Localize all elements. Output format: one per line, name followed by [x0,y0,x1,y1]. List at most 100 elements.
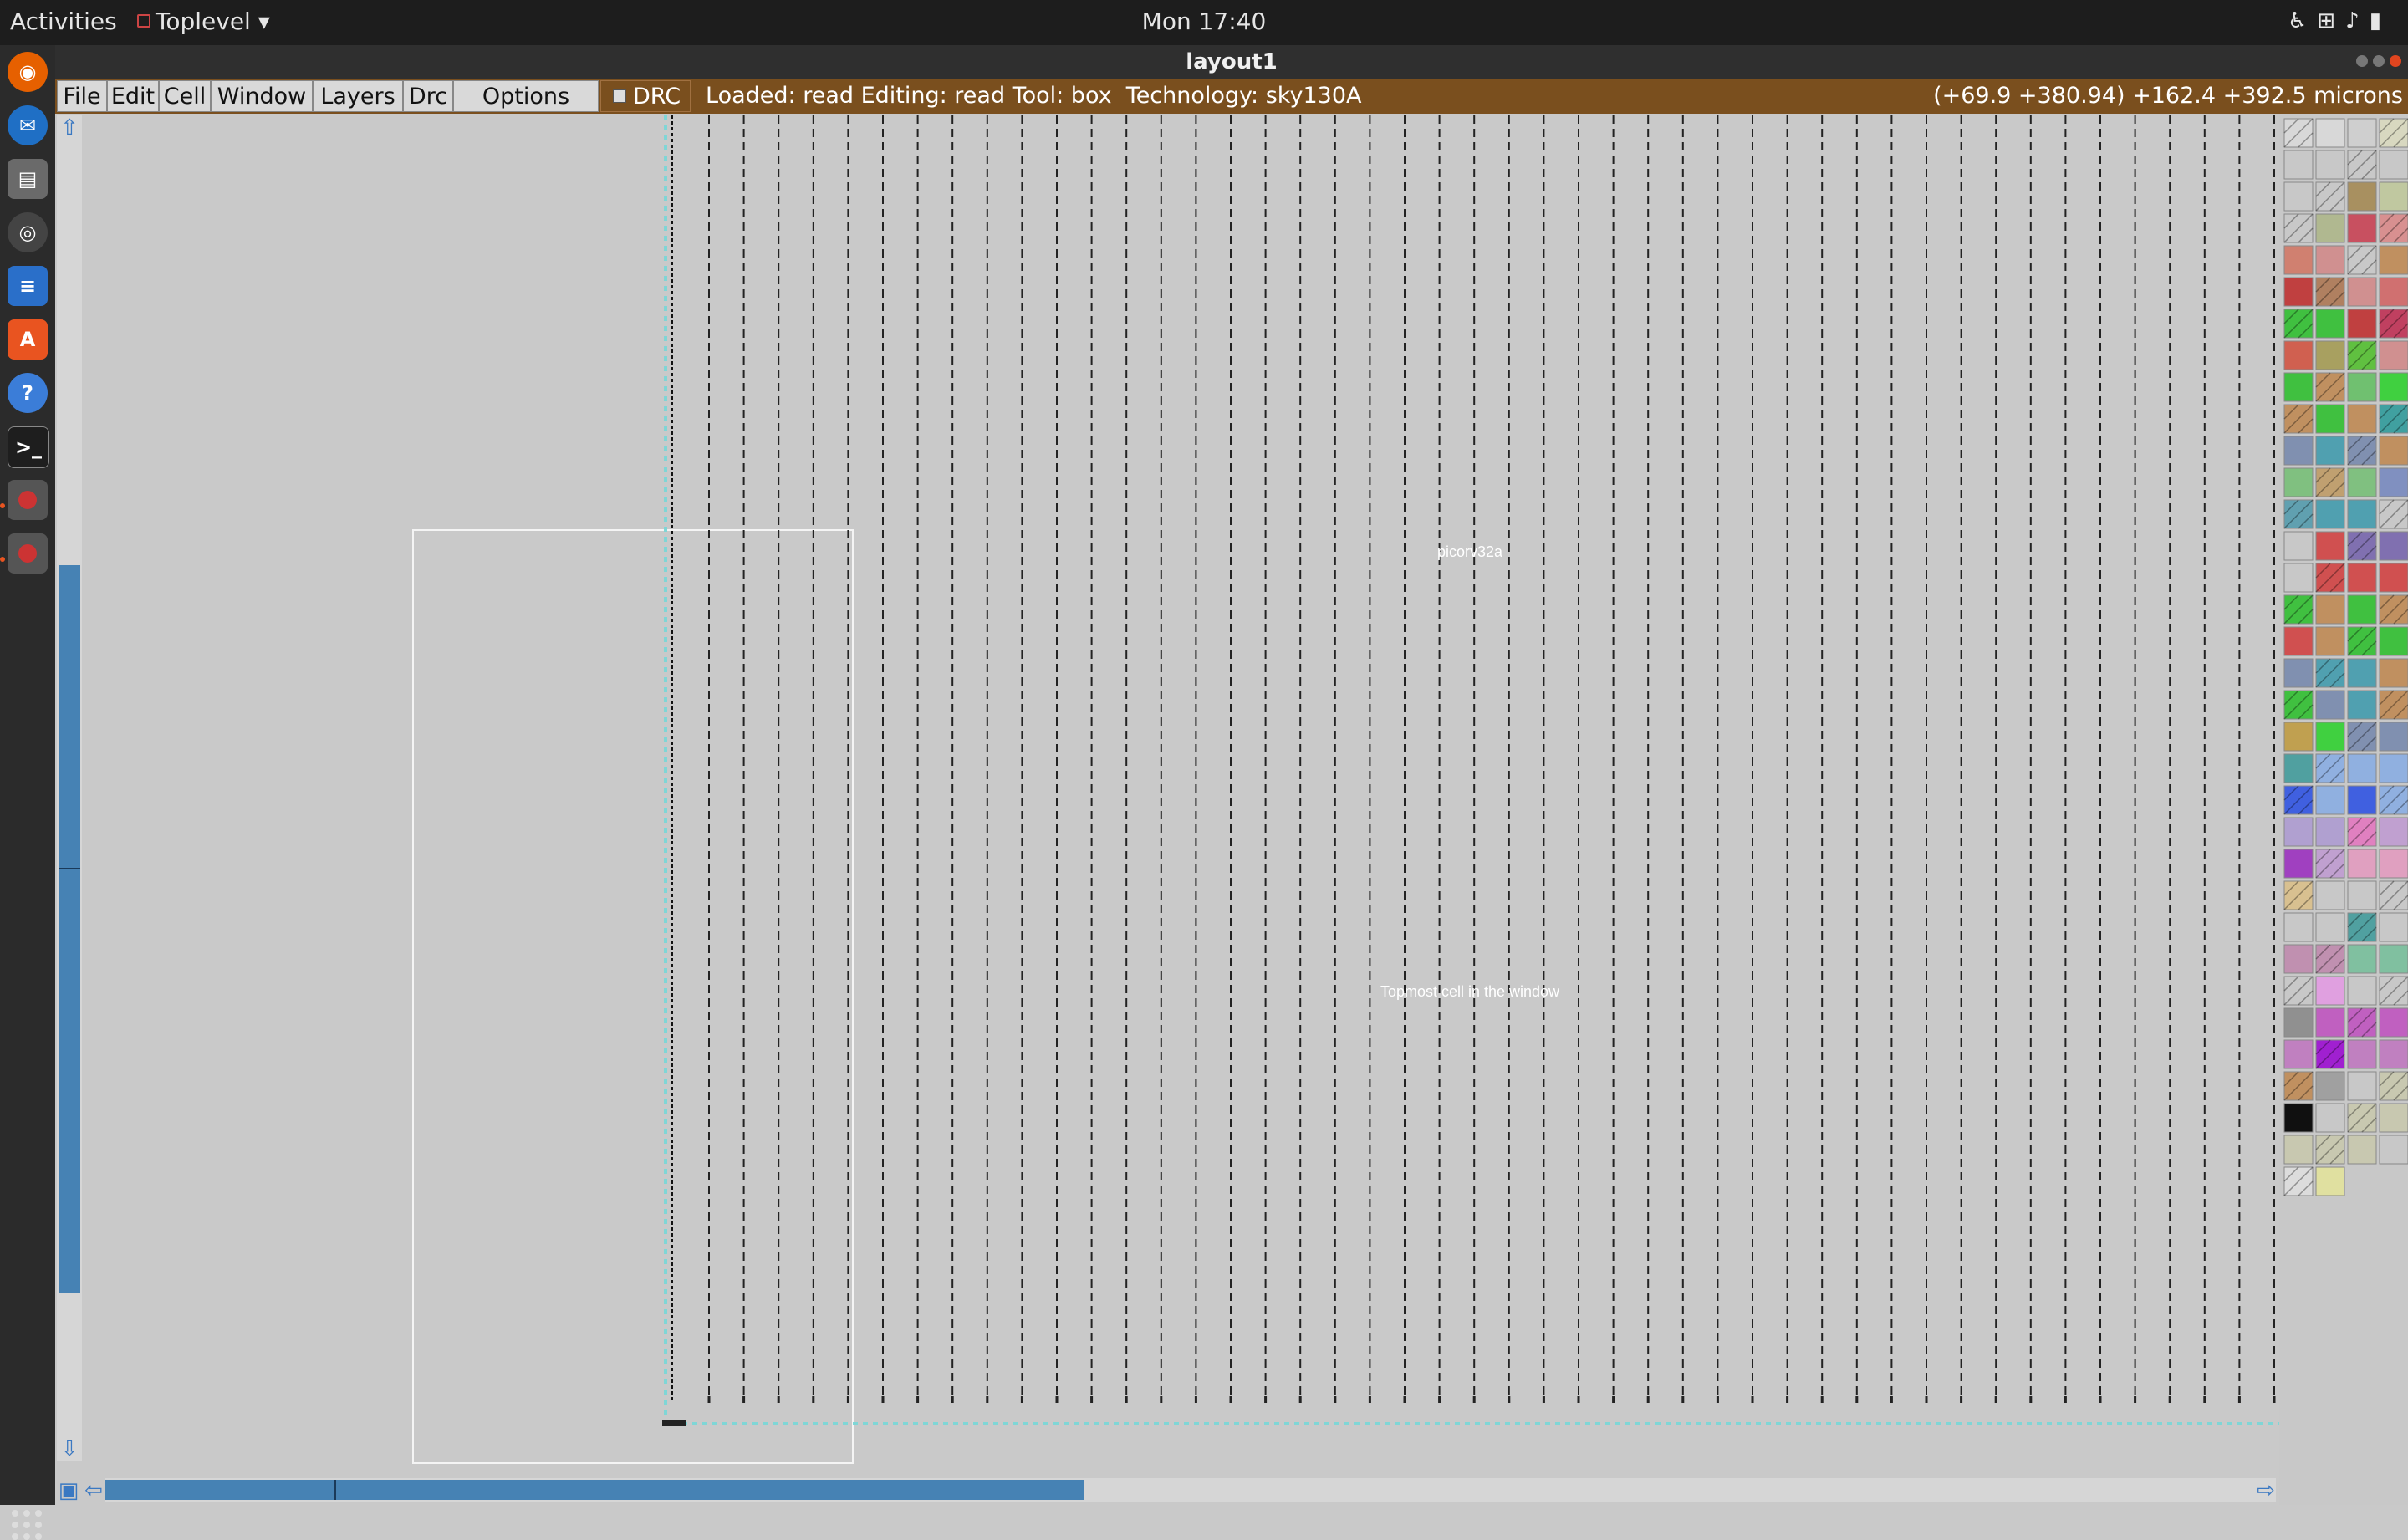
layer-swatch[interactable] [2347,753,2377,783]
scroll-right-icon[interactable]: ⇨ [2254,1478,2278,1503]
layer-swatch[interactable] [2315,1071,2345,1101]
layer-swatch[interactable] [2347,594,2377,625]
system-tray[interactable]: ♿⊞♪▮ [2288,8,2391,33]
layer-swatch[interactable] [2379,817,2408,847]
layer-swatch[interactable] [2379,944,2408,974]
help-icon[interactable]: ? [8,373,48,413]
layer-swatches[interactable] [2279,115,2408,1202]
layer-swatch[interactable] [2283,817,2314,847]
layer-swatch[interactable] [2315,150,2345,180]
close-button[interactable] [2390,55,2401,67]
layer-swatch[interactable] [2347,1071,2377,1101]
layer-swatch[interactable] [2283,277,2314,307]
scroll-left-icon[interactable]: ⇦ [82,1478,105,1503]
layer-swatch[interactable] [2315,309,2345,339]
layer-swatch[interactable] [2379,658,2408,688]
menu-window[interactable]: Window [211,80,313,112]
layer-swatch[interactable] [2347,563,2377,593]
layer-swatch[interactable] [2283,626,2314,656]
files-icon[interactable]: ▤ [8,159,48,199]
layer-swatch[interactable] [2379,436,2408,466]
layer-swatch[interactable] [2379,626,2408,656]
layer-swatch[interactable] [2347,785,2377,815]
magic-icon[interactable] [8,533,48,574]
layer-swatch[interactable] [2283,150,2314,180]
terminal-icon[interactable]: >_ [8,426,49,468]
layer-swatch[interactable] [2379,340,2408,370]
layer-swatch[interactable] [2283,1039,2314,1069]
layer-swatch[interactable] [2347,944,2377,974]
layer-swatch[interactable] [2379,563,2408,593]
layer-swatch[interactable] [2315,499,2345,529]
vertical-scrollbar[interactable]: ⇧ ⇩ [57,115,82,1461]
layer-swatch[interactable] [2347,849,2377,879]
vertical-scroll-thumb[interactable] [59,565,80,1293]
layer-swatch[interactable] [2347,181,2377,212]
layer-swatch[interactable] [2283,531,2314,561]
layer-swatch[interactable] [2315,1103,2345,1133]
layer-swatch[interactable] [2283,658,2314,688]
layer-swatch[interactable] [2379,150,2408,180]
layer-swatch[interactable] [2347,309,2377,339]
scroll-down-icon[interactable]: ⇩ [57,1436,82,1461]
volume-icon[interactable]: ♪ [2345,8,2370,33]
clock[interactable]: Mon 17:40 [0,8,2408,35]
layout-canvas[interactable]: picorv32a Topmost cell in the window [84,115,2279,1468]
layer-swatch[interactable] [2379,912,2408,942]
layer-swatch[interactable] [2315,722,2345,752]
magic-icon[interactable] [8,480,48,520]
layout-drawing[interactable]: picorv32a Topmost cell in the window [84,115,2279,1468]
layer-swatch[interactable] [2347,658,2377,688]
layer-swatch[interactable] [2379,1039,2408,1069]
menu-options[interactable]: Options [453,80,599,112]
network-icon[interactable]: ⊞ [2317,8,2345,33]
layer-swatch[interactable] [2283,1103,2314,1133]
layer-swatch[interactable] [2283,912,2314,942]
layer-swatch[interactable] [2347,404,2377,434]
layer-swatch[interactable] [2347,880,2377,910]
minimize-button[interactable] [2356,55,2368,67]
layer-swatch[interactable] [2283,753,2314,783]
layer-swatch[interactable] [2315,245,2345,275]
scroll-up-icon[interactable]: ⇧ [57,115,82,140]
layer-swatch[interactable] [2379,277,2408,307]
layer-swatch[interactable] [2347,213,2377,243]
layer-swatch[interactable] [2315,690,2345,720]
layer-swatch[interactable] [2315,976,2345,1006]
layer-swatch[interactable] [2283,181,2314,212]
layer-swatch[interactable] [2283,722,2314,752]
layer-swatch[interactable] [2315,785,2345,815]
layer-swatch[interactable] [2283,372,2314,402]
layer-swatch[interactable] [2315,340,2345,370]
layer-swatch[interactable] [2379,245,2408,275]
layer-swatch[interactable] [2315,1007,2345,1038]
show-applications-icon[interactable] [12,1510,42,1540]
layer-swatch[interactable] [2347,118,2377,148]
thunderbird-icon[interactable]: ✉ [8,105,48,145]
layer-swatch[interactable] [2315,213,2345,243]
layer-palette[interactable] [2279,115,2408,1505]
layer-swatch[interactable] [2315,436,2345,466]
horizontal-scroll-thumb[interactable] [105,1480,1084,1500]
layer-swatch[interactable] [2379,1007,2408,1038]
maximize-button[interactable] [2373,55,2385,67]
layer-swatch[interactable] [2283,1007,2314,1038]
layer-swatch[interactable] [2315,404,2345,434]
layer-swatch[interactable] [2347,467,2377,497]
layer-swatch[interactable] [2315,880,2345,910]
layer-swatch[interactable] [2283,1135,2314,1165]
layer-swatch[interactable] [2347,277,2377,307]
layer-swatch[interactable] [2283,340,2314,370]
menu-layers[interactable]: Layers [313,80,403,112]
zoom-box-icon[interactable]: ▣ [57,1478,80,1503]
layer-swatch[interactable] [2315,912,2345,942]
layer-swatch[interactable] [2379,181,2408,212]
layer-swatch[interactable] [2283,245,2314,275]
drc-toggle[interactable]: DRC [600,80,691,112]
layer-swatch[interactable] [2379,753,2408,783]
layer-swatch[interactable] [2315,1166,2345,1196]
horizontal-scrollbar[interactable] [105,1478,2276,1502]
layer-swatch[interactable] [2347,976,2377,1006]
layer-swatch[interactable] [2283,563,2314,593]
layer-swatch[interactable] [2379,1135,2408,1165]
